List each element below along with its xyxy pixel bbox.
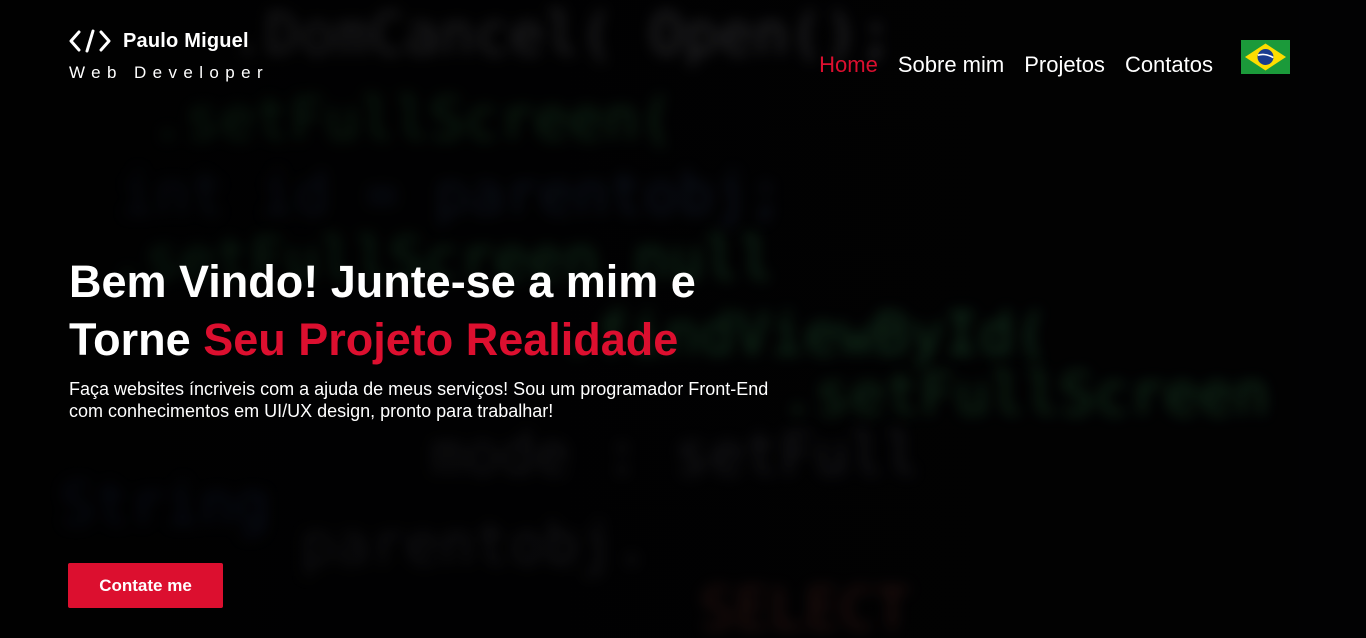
brand-name: Paulo Miguel: [123, 29, 249, 52]
hero-title-plain: Torne: [69, 314, 191, 365]
site-header: Paulo Miguel Web Developer Home Sobre mi…: [0, 0, 1366, 110]
nav-item-home[interactable]: Home: [819, 52, 878, 78]
hero-title: Bem Vindo! Junte-se a mim e Torne Seu Pr…: [69, 253, 829, 369]
hero-title-accent: Seu Projeto Realidade: [203, 314, 679, 365]
hero-section: Bem Vindo! Junte-se a mim e Torne Seu Pr…: [69, 253, 829, 422]
nav-item-projetos[interactable]: Projetos: [1024, 52, 1105, 78]
code-brackets-icon: [69, 29, 111, 53]
brazil-flag-icon[interactable]: [1241, 40, 1290, 74]
hero-title-line1: Bem Vindo! Junte-se a mim e: [69, 256, 696, 307]
hero-description: Faça websites íncriveis com a ajuda de m…: [69, 379, 769, 421]
brand-subtitle: Web Developer: [69, 63, 270, 82]
nav-item-sobre-mim[interactable]: Sobre mim: [898, 52, 1004, 78]
nav-item-contatos[interactable]: Contatos: [1125, 52, 1213, 78]
main-nav: Home Sobre mim Projetos Contatos: [819, 52, 1213, 78]
brand-logo[interactable]: Paulo Miguel Web Developer: [69, 29, 269, 83]
contact-button[interactable]: Contate me: [68, 563, 223, 608]
